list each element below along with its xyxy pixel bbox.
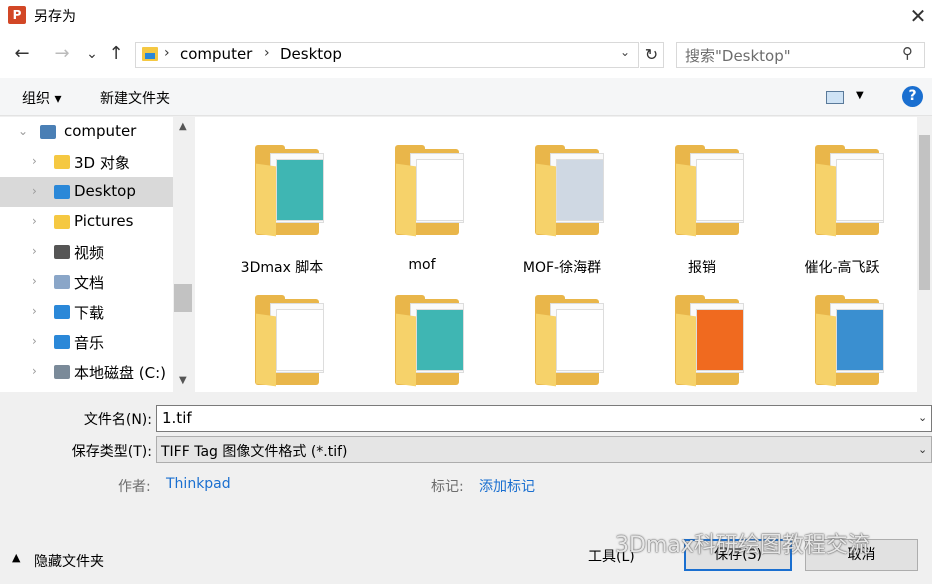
scroll-up-icon[interactable]: ▲	[179, 121, 187, 132]
folder-tile[interactable]: 3Dmax 脚本	[212, 125, 352, 276]
local-disk-icon	[54, 365, 70, 379]
close-button[interactable]: ✕	[904, 2, 932, 30]
chevron-right-icon: ›	[264, 45, 270, 61]
breadcrumb-desktop[interactable]: Desktop	[280, 45, 342, 63]
sidebar-item-label: 视频	[74, 244, 105, 262]
chevron-right-icon[interactable]: ›	[32, 334, 37, 348]
folder-tile[interactable]: MOF-徐海群	[492, 125, 632, 276]
sidebar-item[interactable]: ⌄ computer	[0, 117, 173, 147]
author-label: 作者:	[118, 479, 151, 495]
sidebar-item-label: 3D 对象	[74, 154, 130, 172]
folder-tile[interactable]	[492, 275, 632, 425]
add-tags-link[interactable]: 添加标记	[479, 476, 535, 496]
sidebar-item-label: 本地磁盘 (C:)	[74, 364, 166, 382]
chevron-up-icon[interactable]: ▲	[12, 551, 20, 564]
up-button[interactable]: ↑	[104, 42, 128, 66]
sidebar-item[interactable]: › 下载	[0, 297, 173, 327]
sidebar-item-label: 下载	[74, 304, 105, 322]
scroll-down-icon[interactable]: ▼	[179, 375, 187, 386]
filetype-value[interactable]: TIFF Tag 图像文件格式 (*.tif)	[161, 441, 348, 461]
chevron-right-icon[interactable]: ›	[32, 364, 37, 378]
chevron-right-icon[interactable]: ›	[32, 154, 37, 168]
folder-tile[interactable]: 报销	[632, 125, 772, 276]
folder-name: MOF-徐海群	[522, 260, 602, 276]
scrollbar-thumb[interactable]	[174, 284, 192, 312]
search-placeholder: 搜索"Desktop"	[685, 47, 791, 65]
folder-tile[interactable]: mof	[352, 125, 492, 275]
tags-label: 标记:	[431, 479, 464, 495]
folder-tile[interactable]	[212, 275, 352, 425]
sidebar-item-label: Pictures	[74, 212, 134, 230]
folder-tile[interactable]	[772, 275, 912, 425]
powerpoint-icon: P	[8, 6, 26, 24]
filename-label: 文件名(N):	[83, 412, 152, 428]
folder-tile[interactable]: 催化-高飞跃	[772, 125, 912, 276]
sidebar-item[interactable]: › 3D 对象	[0, 147, 173, 177]
sidebar-item[interactable]: › 本地磁盘 (C:)	[0, 357, 173, 387]
title-bar	[0, 0, 932, 32]
forward-button[interactable]: →	[50, 42, 74, 66]
music-icon	[54, 335, 70, 349]
author-value[interactable]: Thinkpad	[166, 476, 231, 492]
organize-button[interactable]: 组织 ▾	[22, 88, 61, 108]
filetype-label: 保存类型(T):	[71, 444, 152, 460]
chevron-right-icon[interactable]: ›	[32, 184, 37, 198]
sidebar-item[interactable]: › 文档	[0, 267, 173, 297]
chevron-right-icon[interactable]: ›	[32, 244, 37, 258]
filename-field[interactable]	[156, 405, 932, 432]
chevron-down-icon[interactable]: ⌄	[620, 45, 630, 59]
folder-name: 3Dmax 脚本	[240, 260, 324, 276]
folder-tile[interactable]	[352, 275, 492, 425]
3d-objects-icon	[54, 155, 70, 169]
chevron-right-icon[interactable]: ›	[32, 304, 37, 318]
help-icon[interactable]: ?	[902, 86, 923, 107]
navigation-pane-scrollbar[interactable]	[173, 117, 193, 392]
refresh-button[interactable]: ↻	[640, 42, 664, 68]
sidebar-item-label: computer	[64, 122, 137, 140]
chevron-right-icon: ›	[164, 45, 170, 61]
view-options-icon[interactable]	[826, 91, 844, 104]
computer-icon	[40, 125, 56, 139]
search-icon[interactable]: ⚲	[902, 44, 913, 62]
chevron-down-icon[interactable]: ⌄	[18, 124, 28, 138]
sidebar-item[interactable]: › Pictures	[0, 207, 173, 237]
sidebar-item[interactable]: › Desktop	[0, 177, 173, 207]
pictures-icon	[54, 215, 70, 229]
scrollbar-thumb[interactable]	[919, 135, 930, 290]
sidebar-item-label: Desktop	[74, 182, 136, 200]
watermark-text: 3Dmax科研绘图教程交流	[615, 533, 870, 558]
sidebar-item[interactable]: › 视频	[0, 237, 173, 267]
chevron-right-icon[interactable]: ›	[32, 214, 37, 228]
sidebar-item-label: 音乐	[74, 334, 105, 352]
filename-value[interactable]: 1.tif	[162, 409, 192, 427]
folder-name: mof	[408, 257, 436, 273]
back-button[interactable]: ←	[10, 42, 34, 66]
sidebar-item[interactable]: › 音乐	[0, 327, 173, 357]
chevron-down-icon[interactable]: ⌄	[918, 411, 927, 424]
chevron-down-icon[interactable]: ⌄	[918, 443, 927, 456]
breadcrumb-computer[interactable]: computer	[180, 45, 252, 63]
view-dropdown-icon[interactable]: ▼	[856, 90, 864, 101]
window-title: 另存为	[34, 9, 76, 25]
recent-locations-button[interactable]: ⌄	[80, 42, 104, 66]
documents-icon	[54, 275, 70, 289]
hide-folders-button[interactable]: 隐藏文件夹	[34, 551, 104, 571]
downloads-icon	[54, 305, 70, 319]
desktop-folder-icon	[142, 47, 158, 61]
videos-icon	[54, 245, 70, 259]
chevron-right-icon[interactable]: ›	[32, 274, 37, 288]
desktop-icon	[54, 185, 70, 199]
folder-name: 催化-高飞跃	[804, 260, 880, 276]
folder-name: 报销	[688, 260, 716, 276]
sidebar-item-label: 文档	[74, 274, 105, 292]
folder-tile[interactable]	[632, 275, 772, 425]
new-folder-button[interactable]: 新建文件夹	[100, 88, 170, 108]
